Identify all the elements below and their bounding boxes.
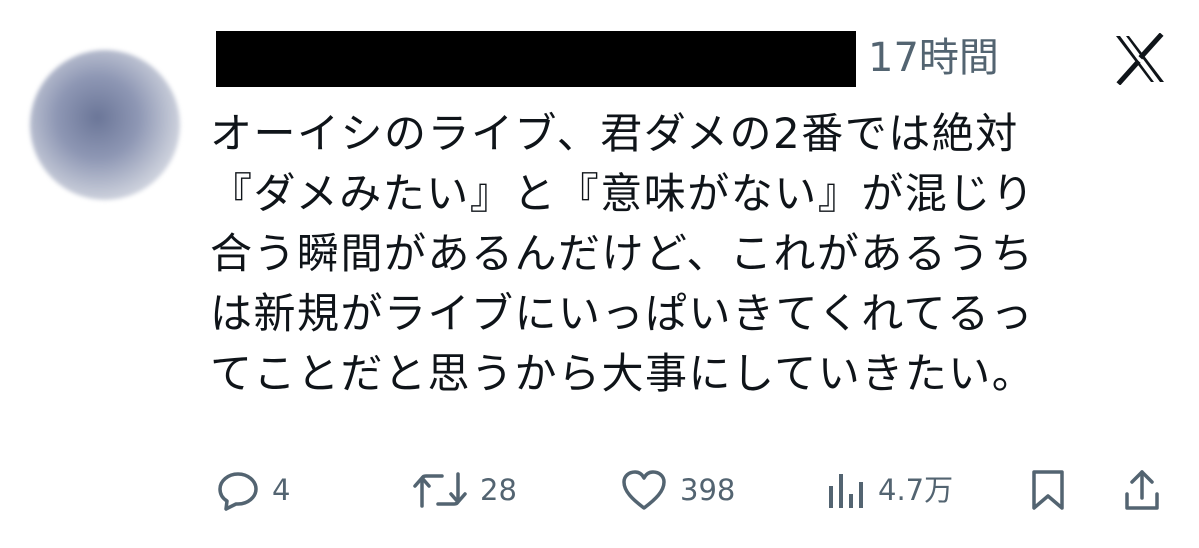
like-count: 398 [680, 473, 736, 507]
like-button[interactable]: 398 [620, 468, 735, 512]
avatar[interactable] [30, 50, 180, 200]
x-logo-icon [1116, 33, 1164, 85]
repost-count: 28 [480, 473, 517, 507]
tweet-text-line: 『ダメみたい』と『意味がない』が混じり [210, 169, 1036, 218]
bookmark-icon [1032, 470, 1064, 510]
analytics-icon [829, 474, 863, 508]
views-button[interactable]: 4.7万 [826, 468, 953, 512]
views-count: 4.7万 [878, 473, 954, 507]
tweet-text-line: 合う瞬間があるんだけど、これがあるうち [210, 229, 1035, 278]
reply-count: 4 [272, 473, 291, 507]
tweet-timestamp[interactable]: 17時間 [868, 32, 999, 84]
bookmark-button[interactable] [1028, 468, 1068, 512]
share-icon [1125, 470, 1159, 510]
reply-button[interactable]: 4 [216, 468, 290, 512]
share-button[interactable] [1122, 468, 1162, 512]
redacted-username [216, 31, 856, 87]
repost-button[interactable]: 28 [412, 468, 517, 512]
reply-icon [218, 472, 258, 511]
tweet-text: オーイシのライブ、君ダメの2番では絶対 『ダメみたい』と『意味がない』が混じり … [210, 104, 1190, 404]
heart-icon [622, 470, 666, 510]
tweet-text-line: オーイシのライブ、君ダメの2番では絶対 [210, 109, 1019, 158]
tweet-text-line: てことだと思うから大事にしていきたい。 [210, 349, 1036, 398]
tweet-text-line: は新規がライブにいっぱいきてくれてるっ [210, 289, 1034, 338]
repost-icon [413, 472, 467, 508]
